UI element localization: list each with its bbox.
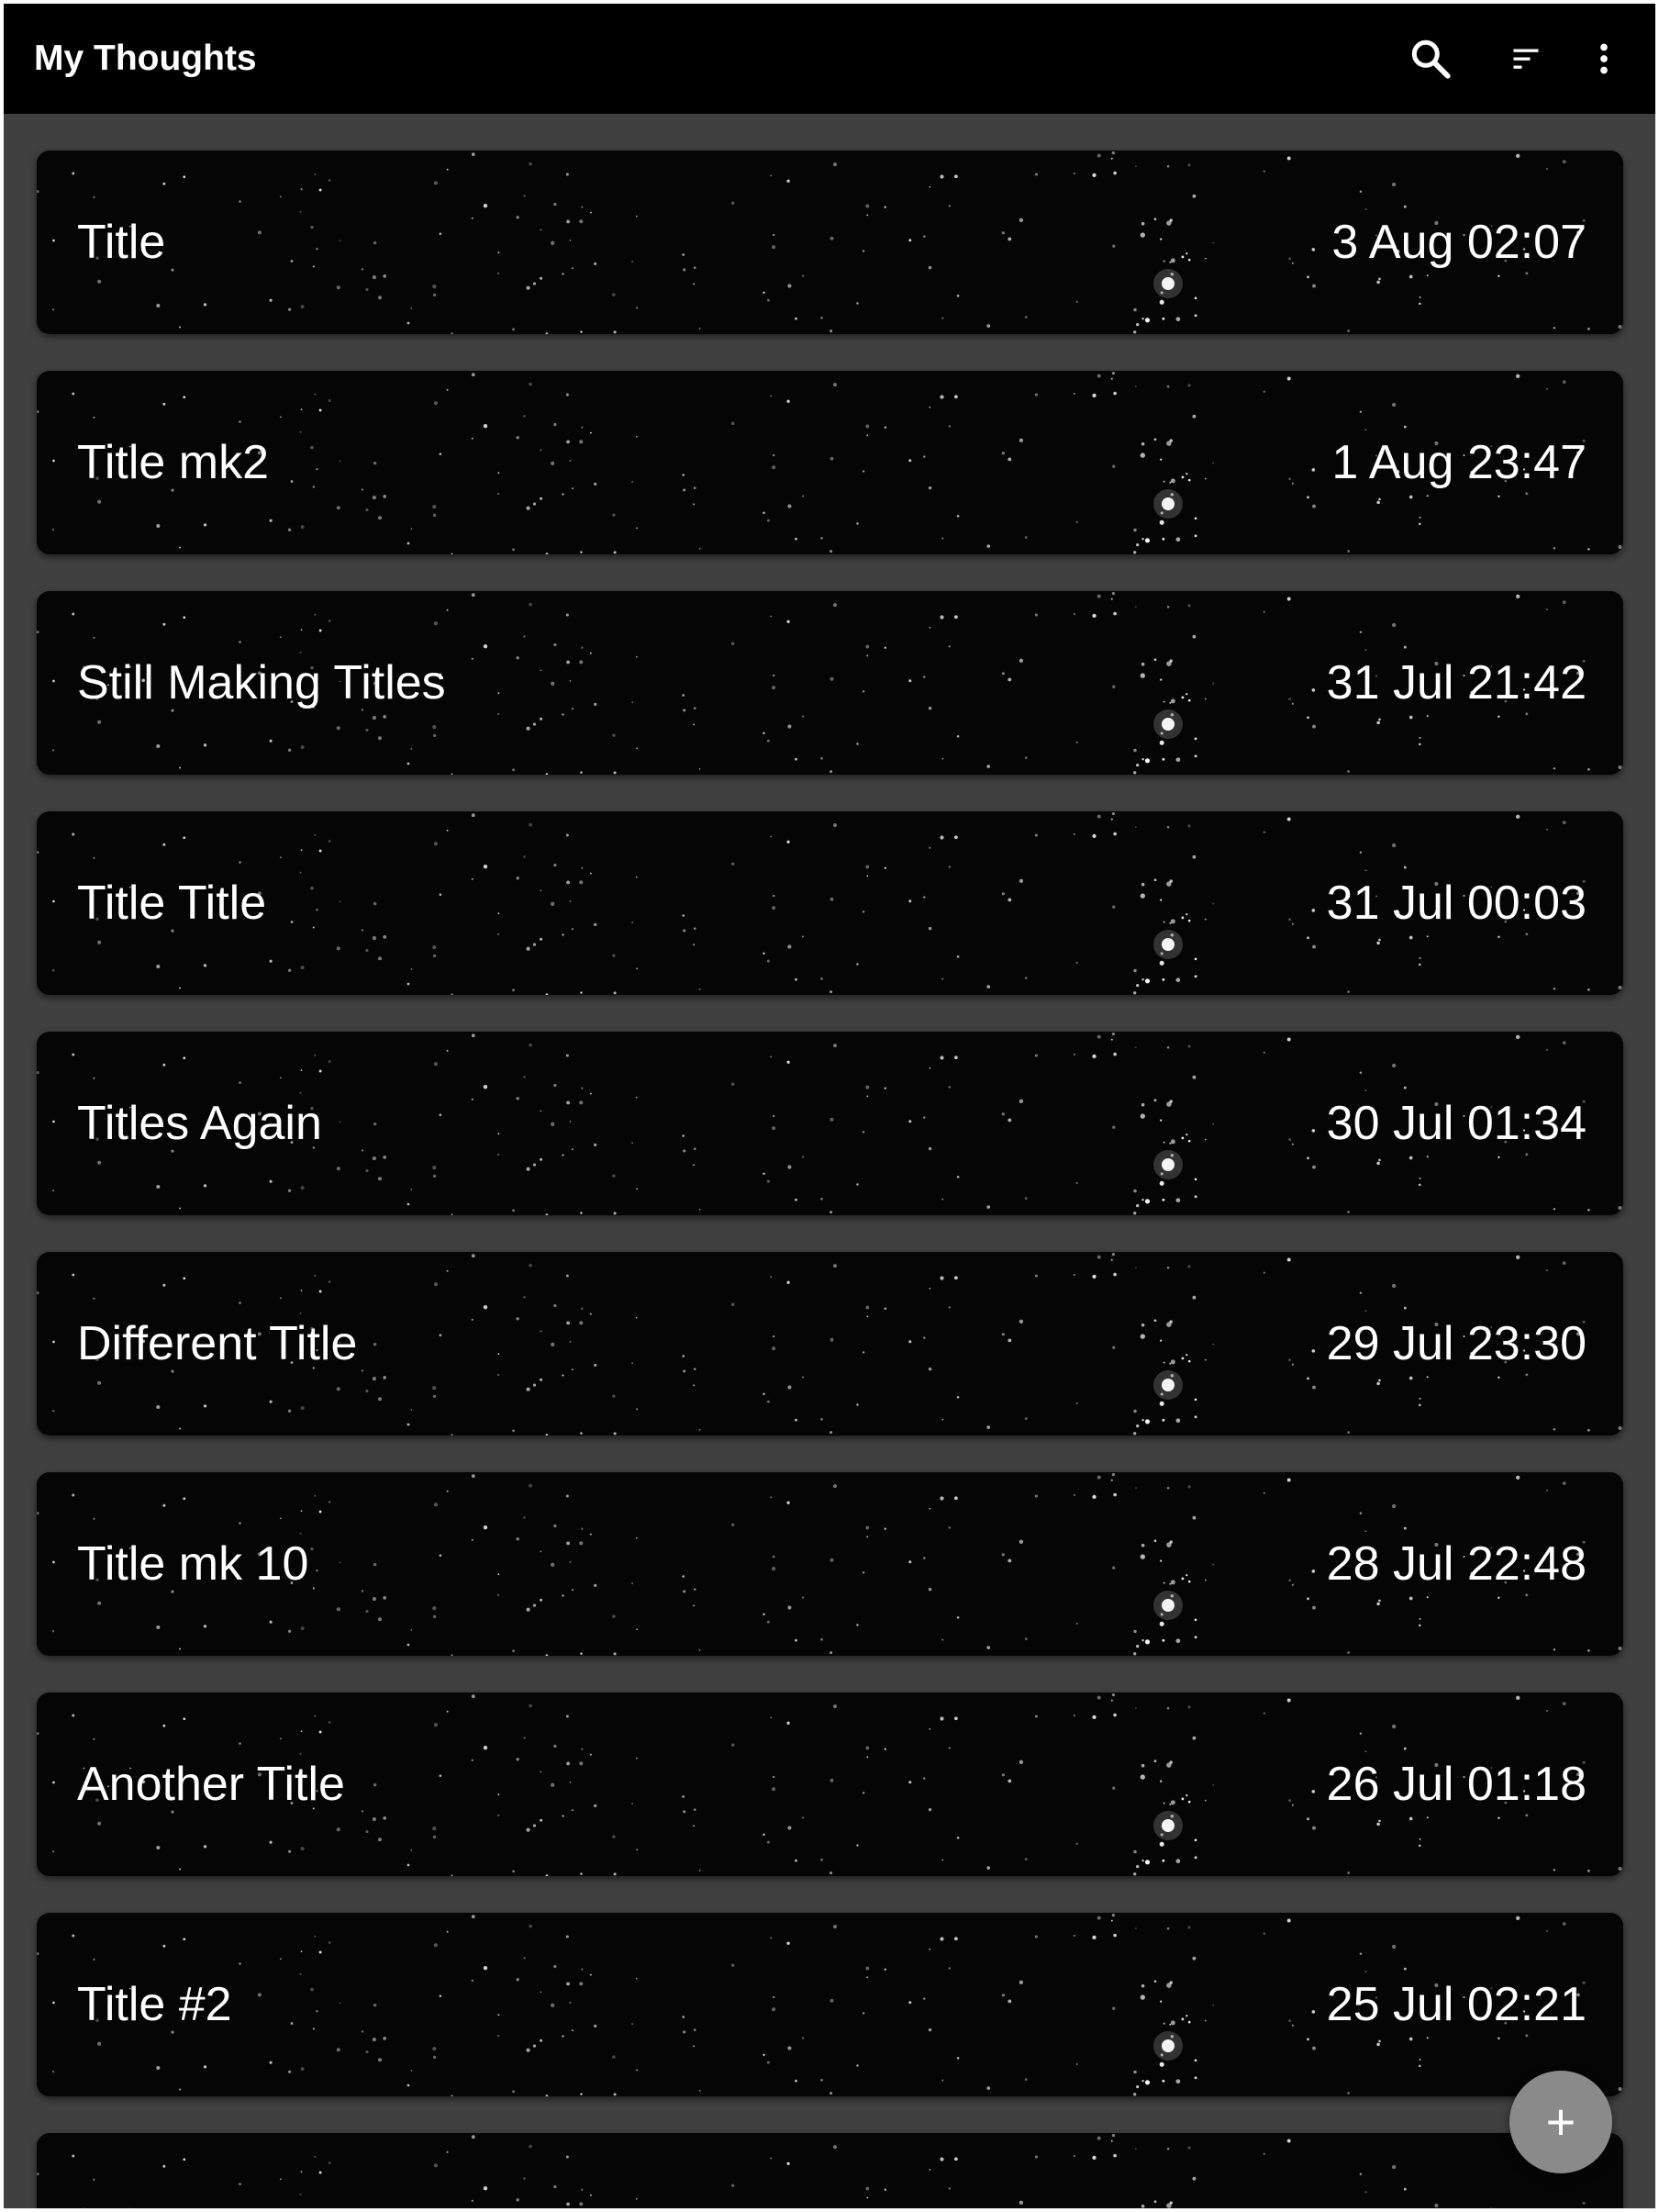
starfield-background <box>37 2134 1586 2208</box>
note-card[interactable]: Different Title 29 Jul 23:30 <box>37 1252 1623 1436</box>
note-title: Still Making Titles <box>77 656 446 709</box>
note-card[interactable]: Titles Again 30 Jul 01:34 <box>37 1032 1623 1215</box>
note-card[interactable]: Title mk2 1 Aug 23:47 <box>37 371 1623 554</box>
notes-list[interactable]: Title 3 Aug 02:07 Title mk2 1 Aug 23:47 … <box>4 114 1655 2208</box>
search-button[interactable] <box>1403 31 1458 86</box>
note-date: 25 Jul 02:21 <box>1326 1978 1587 2031</box>
sort-button[interactable] <box>1498 31 1553 86</box>
note-title: Title <box>77 216 166 269</box>
more-options-button[interactable] <box>1576 31 1631 86</box>
note-title: Title Title <box>77 877 267 930</box>
note-card[interactable] <box>37 2133 1623 2208</box>
app-screen: My Thoughts Title 3 Aug 02:07 Title mk2 … <box>4 4 1655 2208</box>
note-title: Title mk2 <box>77 436 269 489</box>
more-vert-icon <box>1600 43 1608 74</box>
note-title: Titles Again <box>77 1097 322 1150</box>
note-date: 1 Aug 23:47 <box>1331 436 1587 489</box>
note-date: 31 Jul 00:03 <box>1326 877 1587 930</box>
note-card[interactable]: Title Title 31 Jul 00:03 <box>37 811 1623 995</box>
note-date: 31 Jul 21:42 <box>1326 656 1587 709</box>
note-title: Another Title <box>77 1758 345 1811</box>
add-note-button[interactable]: + <box>1509 2071 1612 2173</box>
note-date: 30 Jul 01:34 <box>1326 1097 1587 1150</box>
note-date: 29 Jul 23:30 <box>1326 1317 1587 1370</box>
search-icon <box>1411 39 1451 79</box>
note-card[interactable]: Title mk 10 28 Jul 22:48 <box>37 1472 1623 1656</box>
note-date: 3 Aug 02:07 <box>1331 216 1587 269</box>
note-card[interactable]: Another Title 26 Jul 01:18 <box>37 1693 1623 1876</box>
note-title: Title mk 10 <box>77 1537 309 1591</box>
note-title: Different Title <box>77 1317 358 1370</box>
note-card[interactable]: Still Making Titles 31 Jul 21:42 <box>37 591 1623 775</box>
add-icon: + <box>1545 2093 1576 2151</box>
sort-icon <box>1513 49 1539 69</box>
note-card[interactable]: Title #2 25 Jul 02:21 <box>37 1913 1623 2096</box>
app-title: My Thoughts <box>34 39 257 78</box>
note-title: Title #2 <box>77 1978 232 2031</box>
note-date: 26 Jul 01:18 <box>1326 1758 1587 1811</box>
note-date: 28 Jul 22:48 <box>1326 1537 1587 1591</box>
app-bar: My Thoughts <box>4 4 1655 114</box>
note-card[interactable]: Title 3 Aug 02:07 <box>37 151 1623 334</box>
